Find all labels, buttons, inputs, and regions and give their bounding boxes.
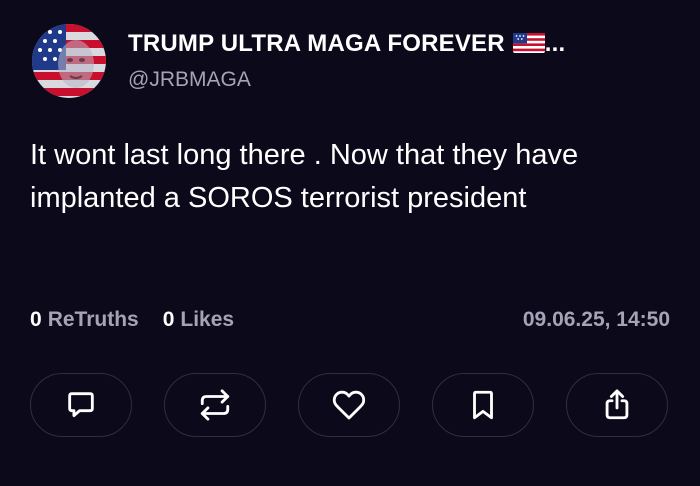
share-button[interactable] (566, 373, 668, 437)
post-text: It wont last long there . Now that they … (30, 139, 579, 214)
bookmark-button[interactable] (432, 373, 534, 437)
post-header: TRUMP ULTRA MAGA FOREVER ... @JRBMAGA (32, 24, 565, 98)
author-names: TRUMP ULTRA MAGA FOREVER ... @JRBMAGA (128, 29, 565, 93)
share-icon (605, 389, 629, 420)
retruths-label: ReTruths (47, 308, 139, 331)
post-timestamp: 09.06.25, 14:50 (522, 308, 670, 331)
avatar[interactable] (32, 24, 106, 98)
likes-count: 0 (162, 308, 175, 331)
reply-button[interactable] (30, 373, 132, 437)
author-handle[interactable]: @JRBMAGA (128, 67, 565, 93)
us-flag-icon (512, 31, 545, 61)
likes-stat[interactable]: 0 Likes (163, 306, 234, 334)
display-name-text: TRUMP ULTRA MAGA FOREVER (128, 30, 505, 57)
author-display-name[interactable]: TRUMP ULTRA MAGA FOREVER ... (128, 29, 565, 61)
action-bar (30, 373, 668, 437)
post-stats: 0 ReTruths 0 Likes 09.06.25, 14:50 (30, 306, 670, 334)
likes-label: Likes (180, 308, 235, 331)
comment-icon (68, 392, 94, 418)
flag-face-avatar-icon (32, 24, 106, 98)
name-ellipsis: ... (544, 30, 566, 57)
heart-icon (332, 390, 366, 420)
retruths-count: 0 (30, 308, 42, 331)
repost-icon (200, 389, 230, 421)
retruths-stat[interactable]: 0 ReTruths (30, 306, 139, 334)
retruth-button[interactable] (164, 373, 266, 437)
bookmark-icon (473, 390, 493, 420)
like-button[interactable] (298, 373, 400, 437)
post-card: TRUMP ULTRA MAGA FOREVER ... @JRBMAGA It… (0, 0, 700, 486)
